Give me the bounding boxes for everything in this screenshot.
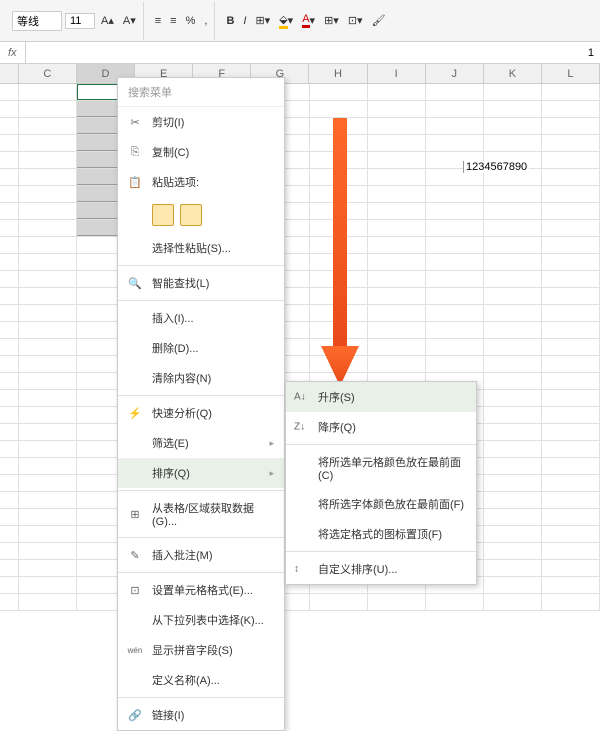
col-header-blank	[0, 64, 19, 83]
from-table-item[interactable]: ⊞从表格/区域获取数据(G)...	[118, 493, 284, 535]
table-icon: ⊞	[128, 507, 142, 521]
font-color-button[interactable]: A▾	[299, 11, 318, 30]
insert-comment-item[interactable]: ✎插入批注(M)	[118, 540, 284, 570]
link-icon: 🔗	[128, 708, 142, 722]
font-size-selector[interactable]: 11	[65, 13, 95, 29]
filter-item[interactable]: 筛选(E)▸	[118, 428, 284, 458]
col-header[interactable]: J	[426, 64, 484, 83]
col-header[interactable]: K	[484, 64, 542, 83]
alignment-group: ≡ ≡ % ,	[148, 2, 216, 40]
sort-cell-color-item[interactable]: 将所选单元格颜色放在最前面(C)	[286, 447, 476, 489]
comma-button[interactable]: ,	[201, 13, 210, 29]
paste-icon[interactable]	[152, 204, 174, 226]
paste-options-icons	[118, 197, 284, 233]
comment-icon: ✎	[128, 548, 142, 562]
smart-lookup-item[interactable]: 🔍智能查找(L)	[118, 268, 284, 298]
chevron-right-icon: ▸	[269, 438, 274, 449]
fx-icon[interactable]: fx	[0, 42, 26, 63]
pick-from-list-item[interactable]: 从下拉列表中选择(K)...	[118, 605, 284, 635]
sort-asc-icon: A↓	[294, 392, 306, 403]
search-icon: 🔍	[128, 276, 142, 290]
clear-item[interactable]: 清除内容(N)	[118, 363, 284, 393]
paste-options-label: 📋粘贴选项:	[118, 167, 284, 197]
font-name-selector[interactable]: 等线	[12, 11, 62, 31]
ribbon-toolbar: 等线 11 A▴ A▾ ≡ ≡ % , B I ⊞▾ ⬙▾ A▾ ⊞▾ ⊡▾ 🖌	[0, 0, 600, 42]
show-pinyin-item[interactable]: wén显示拼音字段(S)	[118, 635, 284, 665]
sort-desc-icon: Z↓	[294, 422, 305, 433]
percent-button[interactable]: %	[183, 13, 199, 29]
paste-special-item[interactable]: 选择性粘贴(S)...	[118, 233, 284, 263]
fill-color-button[interactable]: ⬙▾	[276, 11, 296, 31]
col-header[interactable]: I	[368, 64, 426, 83]
sort-item[interactable]: 排序(Q)▸	[118, 458, 284, 488]
sort-custom-item[interactable]: ↕自定义排序(U)...	[286, 554, 476, 584]
pinyin-icon: wén	[128, 643, 142, 657]
merge-button[interactable]: ⊡▾	[345, 12, 366, 29]
sample-cell-value: 1234567890	[463, 161, 529, 173]
format-cells-item[interactable]: ⊡设置单元格格式(E)...	[118, 575, 284, 605]
sort-font-color-item[interactable]: 将所选字体颜色放在最前面(F)	[286, 489, 476, 519]
clipboard-icon: 📋	[128, 175, 142, 189]
font-group: 等线 11 A▴ A▾	[8, 2, 144, 40]
analysis-icon: ⚡	[128, 406, 142, 420]
format-painter-button[interactable]: 🖌	[369, 12, 389, 29]
define-name-item[interactable]: 定义名称(A)...	[118, 665, 284, 695]
align-middle-button[interactable]: ≡	[167, 13, 179, 29]
paste-values-icon[interactable]	[180, 204, 202, 226]
link-item[interactable]: 🔗链接(I)	[118, 700, 284, 730]
context-search[interactable]: 搜索菜单	[118, 78, 284, 107]
scissors-icon: ✂	[128, 115, 142, 129]
align-top-button[interactable]: ≡	[152, 13, 164, 29]
copy-item[interactable]: ⎘复制(C)	[118, 137, 284, 167]
copy-icon: ⎘	[128, 145, 142, 159]
col-header[interactable]: L	[542, 64, 600, 83]
cut-item[interactable]: ✂剪切(I)	[118, 107, 284, 137]
decrease-font-button[interactable]: A▾	[120, 12, 139, 29]
col-header[interactable]: C	[19, 64, 77, 83]
sort-icon-item[interactable]: 将选定格式的图标置顶(F)	[286, 519, 476, 549]
format-icon: ⊡	[128, 583, 142, 597]
column-headers: C D E F G H I J K L	[0, 64, 600, 84]
increase-font-button[interactable]: A▴	[98, 12, 117, 29]
sort-asc-item[interactable]: A↓升序(S)	[286, 382, 476, 412]
delete-item[interactable]: 删除(D)...	[118, 333, 284, 363]
insert-item[interactable]: 插入(I)...	[118, 303, 284, 333]
col-header[interactable]: H	[309, 64, 367, 83]
annotation-arrow-icon	[321, 118, 361, 388]
bold-button[interactable]: B	[223, 13, 237, 29]
formula-bar: fx 1	[0, 42, 600, 64]
sort-custom-icon: ↕	[294, 564, 299, 575]
italic-button[interactable]: I	[240, 13, 249, 29]
formula-input[interactable]: 1	[26, 47, 600, 59]
context-menu: 搜索菜单 ✂剪切(I) ⎘复制(C) 📋粘贴选项: 选择性粘贴(S)... 🔍智…	[117, 77, 285, 731]
borders-button[interactable]: ⊞▾	[321, 12, 342, 29]
sort-submenu: A↓升序(S) Z↓降序(Q) 将所选单元格颜色放在最前面(C) 将所选字体颜色…	[285, 381, 477, 585]
format-group: B I ⊞▾ ⬙▾ A▾ ⊞▾ ⊡▾ 🖌	[219, 2, 392, 40]
sort-desc-item[interactable]: Z↓降序(Q)	[286, 412, 476, 442]
quick-analysis-item[interactable]: ⚡快速分析(Q)	[118, 398, 284, 428]
border-button[interactable]: ⊞▾	[252, 12, 273, 29]
chevron-right-icon: ▸	[269, 468, 274, 479]
